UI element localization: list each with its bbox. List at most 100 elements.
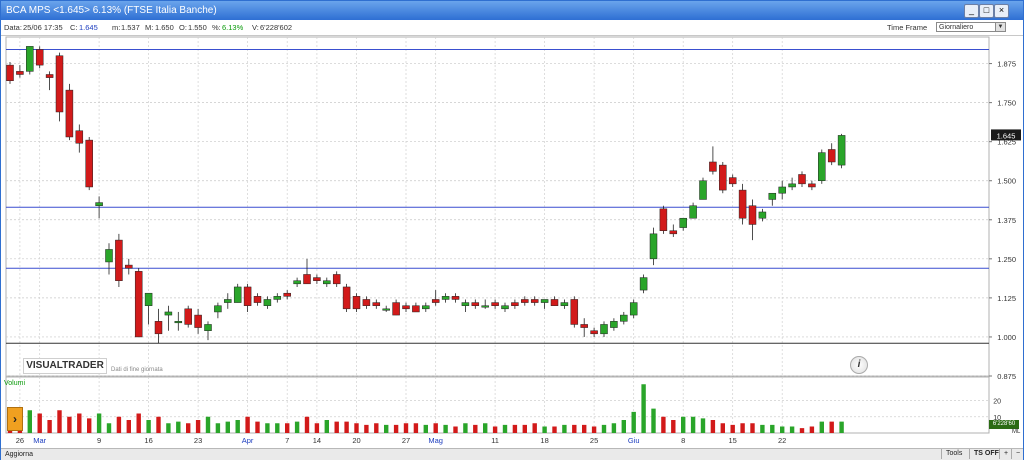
- x-tick-label: 15: [729, 436, 737, 445]
- scroll-left-arrow-icon[interactable]: ›: [7, 407, 23, 431]
- candle-body: [85, 139, 93, 188]
- candle: [540, 299, 549, 309]
- volume-bar: [27, 410, 32, 433]
- candle-body: [679, 217, 687, 228]
- candle-body: [471, 302, 480, 306]
- volume-bar: [483, 423, 488, 433]
- candle: [85, 136, 93, 191]
- info-icon[interactable]: i: [850, 356, 868, 374]
- candle-body: [629, 302, 638, 316]
- volume-bar: [285, 423, 290, 433]
- volume-bar: [116, 416, 122, 433]
- visualtrader-logo: VISUALTRADER: [23, 358, 107, 374]
- candle: [392, 299, 400, 316]
- volume-bar: [37, 413, 42, 433]
- candle-body: [194, 314, 202, 328]
- candle: [669, 224, 678, 237]
- candle: [471, 299, 480, 309]
- candle-body: [620, 314, 628, 322]
- candle: [580, 318, 588, 337]
- candle: [709, 146, 717, 175]
- candle-body: [323, 280, 331, 285]
- y-tick-label: 1.375: [997, 216, 1016, 225]
- volume-bar: [780, 426, 785, 433]
- volume-bar: [582, 424, 587, 433]
- candle-body: [233, 286, 242, 303]
- volume-bar: [750, 423, 755, 433]
- candle: [134, 268, 143, 338]
- candle: [273, 293, 282, 303]
- candle-body: [55, 55, 64, 113]
- candle-body: [580, 324, 588, 328]
- logo-subtitle: Dati di fine giornata: [111, 367, 163, 373]
- candle-body: [719, 164, 727, 191]
- volume-bar: [255, 421, 260, 433]
- volume-bar: [562, 424, 567, 433]
- candle: [253, 293, 262, 306]
- candle-body: [154, 321, 163, 335]
- candle-body: [125, 264, 133, 269]
- candle-body: [818, 152, 826, 181]
- candle: [125, 258, 133, 275]
- volume-bar: [819, 421, 824, 433]
- remove-icon[interactable]: −: [1011, 449, 1024, 459]
- x-tick-label: 23: [194, 436, 202, 445]
- volume-bar: [572, 424, 577, 433]
- volume-bar: [67, 416, 72, 433]
- candle: [224, 293, 232, 309]
- candle-body: [75, 130, 84, 144]
- volume-bar: [324, 420, 329, 433]
- candle: [75, 124, 84, 153]
- candle-body: [253, 296, 262, 303]
- volume-bar: [186, 423, 191, 433]
- price-chart[interactable]: 1.8751.7501.6251.5001.3751.2501.1251.000…: [1, 1, 1023, 447]
- volume-bar: [205, 416, 211, 433]
- candle-body: [689, 205, 697, 219]
- candle-body: [709, 161, 717, 172]
- volume-bar: [304, 416, 310, 433]
- candle-body: [491, 302, 499, 306]
- volume-bar: [611, 423, 617, 433]
- volume-bar: [57, 410, 62, 433]
- candle: [451, 293, 460, 303]
- volume-bar: [463, 423, 468, 433]
- volume-bar: [760, 424, 765, 433]
- volume-current-tag: 6'228'60: [989, 420, 1019, 429]
- volume-bar: [195, 420, 201, 433]
- candle: [303, 258, 311, 285]
- volume-bar: [344, 421, 349, 433]
- candle: [144, 292, 153, 325]
- y-tick-label: 1.500: [997, 177, 1016, 186]
- tools-button[interactable]: Tools: [941, 449, 966, 459]
- candle-body: [65, 89, 74, 138]
- candle-body: [105, 249, 113, 263]
- volume-bar: [789, 426, 795, 433]
- ts-off-button[interactable]: TS OFF: [969, 449, 1003, 459]
- candle: [639, 274, 648, 294]
- x-tick-label: Giu: [628, 436, 640, 445]
- candle-body: [45, 74, 54, 78]
- candle-body: [35, 49, 44, 66]
- candle: [798, 171, 806, 187]
- candle: [382, 305, 390, 312]
- candle: [501, 302, 509, 312]
- candle-body: [451, 296, 460, 300]
- candle: [600, 321, 608, 337]
- candle-body: [550, 299, 559, 306]
- candle-body: [204, 324, 212, 331]
- candle: [629, 299, 638, 319]
- candle: [550, 296, 559, 306]
- candle-body: [521, 299, 529, 303]
- price-tag-label: 1.645: [997, 131, 1016, 140]
- candle-body: [26, 46, 34, 72]
- candle: [511, 299, 519, 309]
- chart-window: BCA MPS <1.645> 6.13% (FTSE Italia Banch…: [0, 0, 1024, 460]
- volume-bar: [364, 424, 369, 433]
- aggiorna-button[interactable]: Aggiorna: [5, 449, 33, 460]
- candle: [352, 293, 361, 312]
- candle: [6, 61, 14, 84]
- volume-bar: [690, 416, 696, 433]
- volume-bar: [433, 423, 438, 433]
- candle-body: [560, 302, 569, 306]
- candle-body: [788, 183, 796, 188]
